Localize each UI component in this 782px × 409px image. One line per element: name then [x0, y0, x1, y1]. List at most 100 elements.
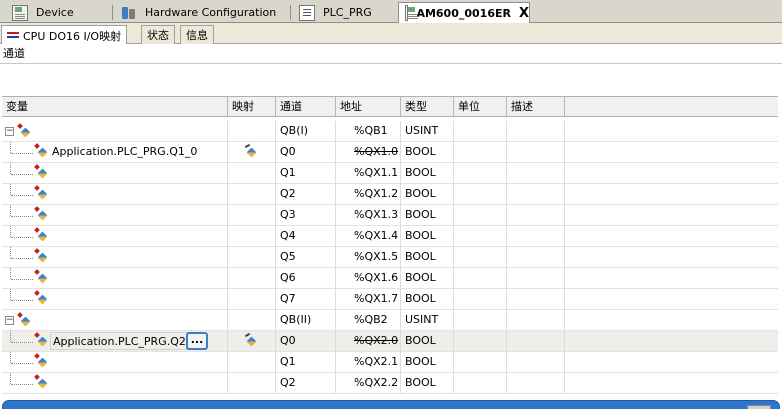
grid-rows: − QB(I) %QB1 USINT Application.PLC_PRG.Q1_0 Q…	[2, 121, 778, 401]
tab-plc-prg[interactable]: PLC_PRG	[293, 2, 394, 23]
table-row[interactable]: Q1 %QX1.1 BOOL	[2, 163, 778, 184]
cell-variable[interactable]: −	[2, 310, 228, 330]
cell-description	[507, 373, 565, 393]
type-value: BOOL	[405, 271, 436, 284]
close-icon[interactable]: X	[519, 6, 529, 21]
cell-variable[interactable]	[2, 163, 228, 183]
cell-address: %QB1	[336, 121, 401, 141]
cell-variable[interactable]	[2, 205, 228, 225]
tab-label: Device	[36, 6, 74, 19]
variable-icon	[34, 144, 48, 158]
cell-variable[interactable]	[2, 373, 228, 393]
cell-mapping	[228, 121, 276, 141]
type-value: BOOL	[405, 166, 436, 179]
cell-unit	[454, 247, 507, 267]
cell-variable[interactable]	[2, 226, 228, 246]
col-channel[interactable]: 通道	[276, 97, 336, 116]
col-unit[interactable]: 单位	[454, 97, 507, 116]
variable-icon	[34, 228, 48, 242]
table-row[interactable]: Q1 %QX2.1 BOOL	[2, 352, 778, 373]
tab-status[interactable]: 状态	[141, 25, 175, 44]
tab-info[interactable]: 信息	[180, 25, 214, 44]
col-type[interactable]: 类型	[401, 97, 454, 116]
col-address[interactable]: 地址	[336, 97, 401, 116]
table-row[interactable]: Q5 %QX1.5 BOOL	[2, 247, 778, 268]
cell-unit	[454, 163, 507, 183]
variable-icon	[34, 249, 48, 263]
tab-label: PLC_PRG	[323, 6, 372, 19]
cell-type: BOOL	[401, 331, 454, 351]
cell-mapping	[228, 352, 276, 372]
cell-unit	[454, 205, 507, 225]
cell-address: %QX1.5	[336, 247, 401, 267]
cell-type: BOOL	[401, 268, 454, 288]
mapping-icon	[244, 334, 258, 348]
col-variable[interactable]: 变量	[2, 97, 228, 116]
variable-icon	[34, 375, 48, 389]
cell-variable[interactable]: Application.PLC_PRG.Q2...	[2, 331, 228, 351]
cell-address: %QX1.7	[336, 289, 401, 309]
table-row[interactable]: − QB(II) %QB2 USINT	[2, 310, 778, 331]
cell-unit	[454, 226, 507, 246]
table-row[interactable]: Application.PLC_PRG.Q1_0 Q0 %QX1.0 BOOL	[2, 142, 778, 163]
col-description[interactable]: 描述	[507, 97, 565, 116]
cell-type: BOOL	[401, 184, 454, 204]
cell-variable[interactable]	[2, 289, 228, 309]
cell-description	[507, 184, 565, 204]
address-value: %QB1	[354, 124, 388, 137]
channel-value: Q0	[280, 145, 296, 158]
cell-mapping	[228, 163, 276, 183]
grid-header: 变量 映射 通道 地址 类型 单位 描述	[2, 96, 778, 117]
collapse-icon[interactable]: −	[5, 316, 14, 325]
tab-hardware-configuration[interactable]: Hardware Configuration	[115, 2, 291, 23]
tab-am600[interactable]: AM600_0016ER X	[398, 2, 530, 23]
browse-variable-button[interactable]: ...	[186, 332, 208, 350]
cell-channel: Q2	[276, 373, 336, 393]
channel-value: Q3	[280, 208, 296, 221]
cell-variable[interactable]: −	[2, 121, 228, 141]
cell-address: %QX1.6	[336, 268, 401, 288]
cell-unit	[454, 142, 507, 162]
cell-channel: Q6	[276, 268, 336, 288]
mapping-icon	[244, 145, 258, 159]
tab-label: Hardware Configuration	[145, 6, 277, 19]
type-value: BOOL	[405, 250, 436, 263]
cell-address: %QX2.0	[336, 331, 401, 351]
cell-description	[507, 289, 565, 309]
col-mapping[interactable]: 映射	[228, 97, 276, 116]
cell-variable[interactable]	[2, 352, 228, 372]
cell-unit	[454, 331, 507, 351]
table-row[interactable]: Application.PLC_PRG.Q2... Q0 %QX2.0 BOOL	[2, 331, 778, 352]
cell-variable[interactable]	[2, 184, 228, 204]
table-row[interactable]: Q4 %QX1.4 BOOL	[2, 226, 778, 247]
cell-type: BOOL	[401, 352, 454, 372]
cell-variable[interactable]: Application.PLC_PRG.Q1_0	[2, 142, 228, 162]
cell-mapping	[228, 331, 276, 351]
table-row[interactable]: Q6 %QX1.6 BOOL	[2, 268, 778, 289]
cell-mapping	[228, 373, 276, 393]
cell-description	[507, 352, 565, 372]
cell-type: BOOL	[401, 289, 454, 309]
cell-variable[interactable]	[2, 247, 228, 267]
table-row[interactable]: Q2 %QX1.2 BOOL	[2, 184, 778, 205]
table-row[interactable]: − QB(I) %QB1 USINT	[2, 121, 778, 142]
variable-edit-field[interactable]: Application.PLC_PRG.Q2	[50, 332, 192, 350]
cell-mapping	[228, 268, 276, 288]
collapse-icon[interactable]: −	[5, 127, 14, 136]
address-value: %QX1.6	[354, 271, 399, 284]
window-control-button[interactable]	[747, 405, 771, 409]
tab-label: AM600_0016ER	[416, 6, 511, 20]
cell-variable[interactable]	[2, 268, 228, 288]
cell-description	[507, 226, 565, 246]
variable-icon	[34, 333, 48, 347]
type-value: BOOL	[405, 229, 436, 242]
variable-icon	[17, 124, 31, 138]
tab-io-mapping[interactable]: CPU DO16 I/O映射	[1, 25, 128, 45]
table-row[interactable]: Q7 %QX1.7 BOOL	[2, 289, 778, 310]
table-row[interactable]: Q2 %QX2.2 BOOL	[2, 373, 778, 394]
cell-unit	[454, 121, 507, 141]
tab-label: 信息	[186, 29, 208, 42]
tab-device[interactable]: Device	[6, 2, 113, 23]
table-row[interactable]: Q3 %QX1.3 BOOL	[2, 205, 778, 226]
cell-address: %QX2.2	[336, 373, 401, 393]
